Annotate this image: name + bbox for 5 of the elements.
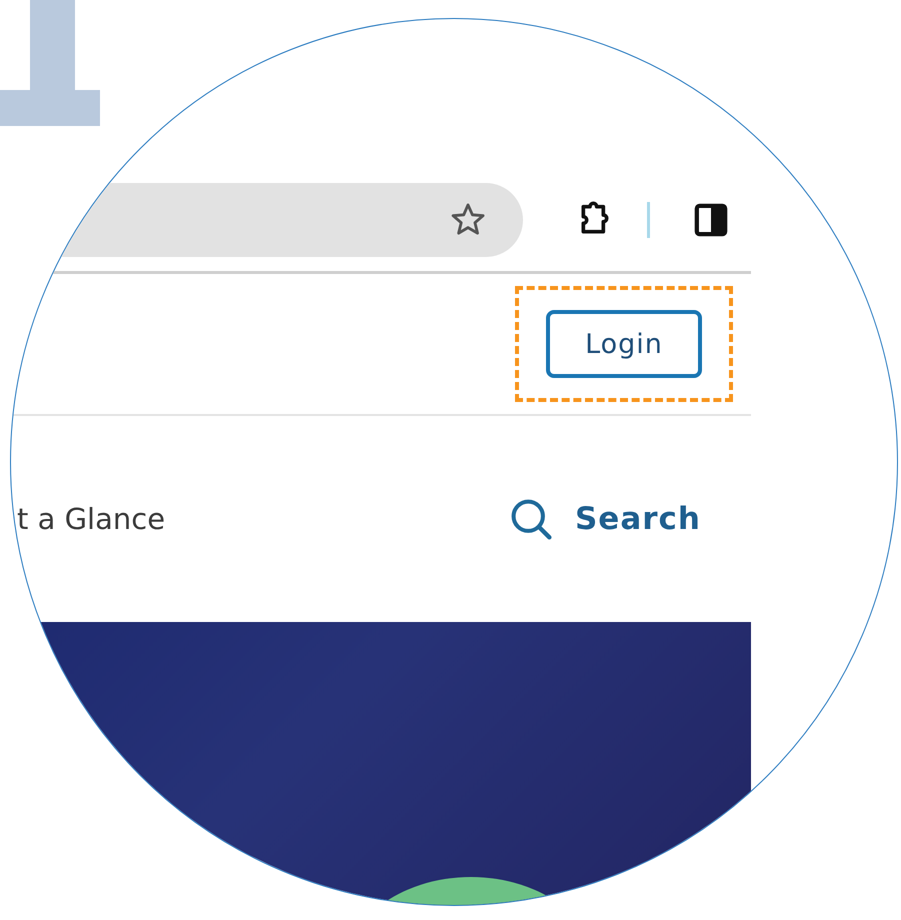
nav-link[interactable]: t a Glance — [17, 502, 166, 536]
login-button[interactable]: Login — [546, 310, 702, 378]
search-button[interactable]: Search — [508, 497, 701, 541]
search-icon — [508, 497, 553, 541]
side-panel-icon[interactable] — [694, 203, 728, 237]
